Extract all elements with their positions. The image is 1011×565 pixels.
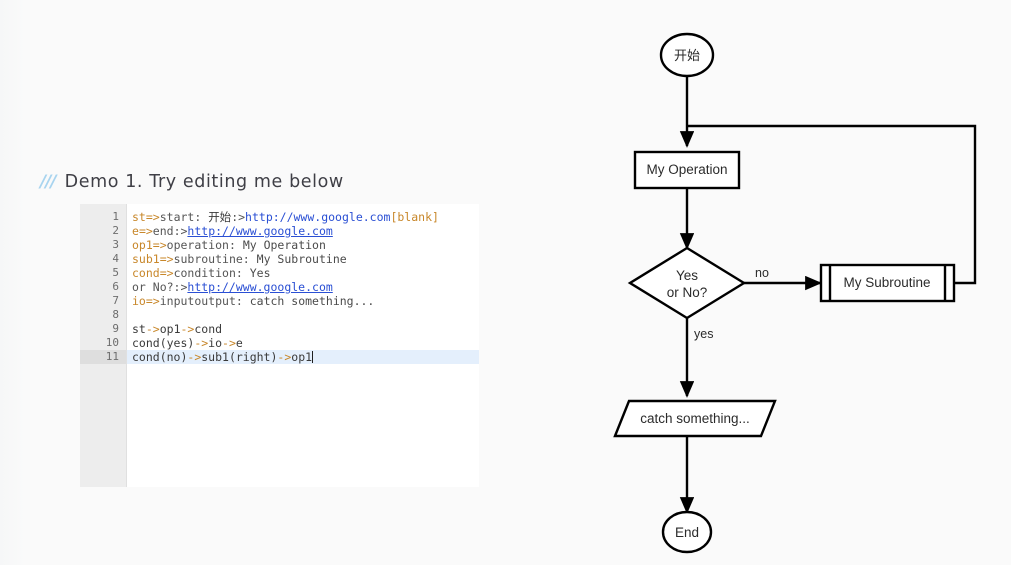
token-link-op: :> — [231, 210, 246, 224]
code-line-5: cond=>condition: Yes — [127, 266, 479, 280]
node-condition-label-line2: or No? — [667, 285, 708, 300]
flowchart-panel: 开始 My Operation Yes or No? My Subroutine — [520, 0, 1011, 565]
token-keyword: operation: — [166, 238, 243, 252]
line-number: 1 — [112, 210, 119, 223]
token-text: My Subroutine — [256, 252, 347, 266]
node-start[interactable]: 开始 — [659, 32, 715, 78]
code-line-1: st=>start: 开始:>http://www.google.com[bla… — [127, 210, 479, 224]
code-line-11-active: cond(no)->sub1(right)->op1 — [127, 350, 479, 364]
token-arrow: -> — [145, 322, 160, 336]
line-number: 3 — [112, 238, 119, 251]
flowchart-svg: 开始 My Operation Yes or No? My Subroutine — [613, 32, 977, 554]
line-number: 4 — [112, 252, 119, 265]
page-root: /// Demo 1. Try editing me below 1 2 3 4… — [0, 0, 1011, 565]
line-number-active: 11 — [80, 350, 126, 364]
edge-label-no: no — [755, 266, 769, 280]
token-url: http://www.google.com — [245, 210, 391, 224]
token-arrow: -> — [187, 350, 202, 364]
code-editor[interactable]: 1 2 3 4 5 6 7 8 9 10 11 st=>start: 开始:>h… — [80, 204, 479, 487]
code-line-7: io=>inputoutput: catch something... — [127, 294, 479, 308]
line-number-gutter: 1 2 3 4 5 6 7 8 9 10 11 — [80, 204, 127, 487]
token-arrow: => — [145, 210, 160, 224]
token-target: [blank] — [390, 210, 439, 224]
code-line-6: or No?:>http://www.google.com — [127, 280, 479, 294]
token-url[interactable]: http://www.google.com — [187, 280, 332, 294]
token-node-ref: io — [208, 336, 223, 350]
token-node-ref: cond(no) — [132, 350, 188, 364]
code-text-area[interactable]: st=>start: 开始:>http://www.google.com[bla… — [127, 204, 479, 487]
token-arrow: => — [152, 238, 167, 252]
code-line-3: op1=>operation: My Operation — [127, 238, 479, 252]
token-arrow: -> — [222, 336, 236, 350]
title-slashes-icon: /// — [40, 172, 57, 192]
token-arrow: => — [159, 252, 174, 266]
node-subroutine[interactable]: My Subroutine — [819, 263, 956, 303]
page-title-text: Demo 1. Try editing me below — [64, 172, 344, 192]
node-subroutine-label: My Subroutine — [843, 275, 930, 290]
token-keyword: subroutine: — [173, 252, 257, 266]
node-inputoutput-label: catch something... — [640, 411, 750, 426]
token-identifier: io — [132, 294, 146, 308]
text-cursor — [312, 351, 314, 363]
code-line-9: st->op1->cond — [127, 322, 479, 336]
node-start-label: 开始 — [674, 49, 700, 64]
token-identifier: op1 — [132, 238, 153, 252]
node-condition-label-line1: Yes — [676, 268, 698, 283]
edge-subroutine-to-operation-loop — [687, 124, 977, 285]
token-identifier: cond — [132, 266, 160, 280]
node-operation[interactable]: My Operation — [633, 150, 741, 190]
page-title: /// Demo 1. Try editing me below — [40, 172, 344, 192]
line-number: 2 — [112, 224, 119, 237]
line-number: 5 — [112, 266, 119, 279]
token-keyword: inputoutput: — [159, 294, 250, 308]
line-number: 9 — [112, 322, 119, 335]
token-text: Yes — [249, 266, 271, 280]
token-arrow: -> — [180, 322, 195, 336]
token-arrow: -> — [194, 336, 209, 350]
token-text: My Operation — [242, 238, 326, 252]
line-number: 6 — [112, 280, 119, 293]
token-node-ref: cond(yes) — [132, 336, 195, 350]
token-cjk-text: 开始 — [208, 210, 232, 224]
token-node-ref: sub1(right) — [201, 350, 278, 364]
node-end-label: End — [675, 525, 699, 540]
token-keyword: start: — [159, 210, 209, 224]
token-node-ref: st — [132, 322, 146, 336]
token-arrow: => — [159, 266, 174, 280]
condition-diamond-shape — [627, 246, 747, 320]
node-end[interactable]: End — [661, 510, 713, 554]
node-condition[interactable]: Yes or No? — [627, 246, 747, 320]
node-operation-label: My Operation — [646, 162, 727, 177]
line-number: 8 — [112, 308, 119, 321]
token-identifier: st — [132, 210, 146, 224]
node-inputoutput[interactable]: catch something... — [613, 399, 777, 438]
token-url[interactable]: http://www.google.com — [187, 224, 332, 238]
code-line-10: cond(yes)->io->e — [127, 336, 479, 350]
code-line-4: sub1=>subroutine: My Subroutine — [127, 252, 479, 266]
token-arrow: -> — [277, 350, 292, 364]
token-text: catch something... — [249, 294, 375, 308]
token-arrow: => — [145, 294, 160, 308]
token-keyword: end:> — [152, 224, 188, 238]
token-node-ref: e — [235, 336, 243, 350]
token-node-ref: op1 — [159, 322, 181, 336]
token-identifier: sub1 — [132, 252, 160, 266]
line-number: 10 — [105, 336, 119, 349]
line-number: 7 — [112, 294, 119, 307]
token-node-ref: op1 — [291, 350, 313, 364]
token-arrow: => — [138, 224, 153, 238]
token-identifier: e — [132, 224, 139, 238]
edge-label-yes: yes — [694, 327, 713, 341]
token-node-ref: cond — [194, 322, 223, 336]
token-keyword: condition: — [173, 266, 250, 280]
token-keyword: or No?:> — [132, 280, 188, 294]
editor-panel: /// Demo 1. Try editing me below 1 2 3 4… — [0, 0, 520, 565]
code-line-2: e=>end:>http://www.google.com — [127, 224, 479, 238]
